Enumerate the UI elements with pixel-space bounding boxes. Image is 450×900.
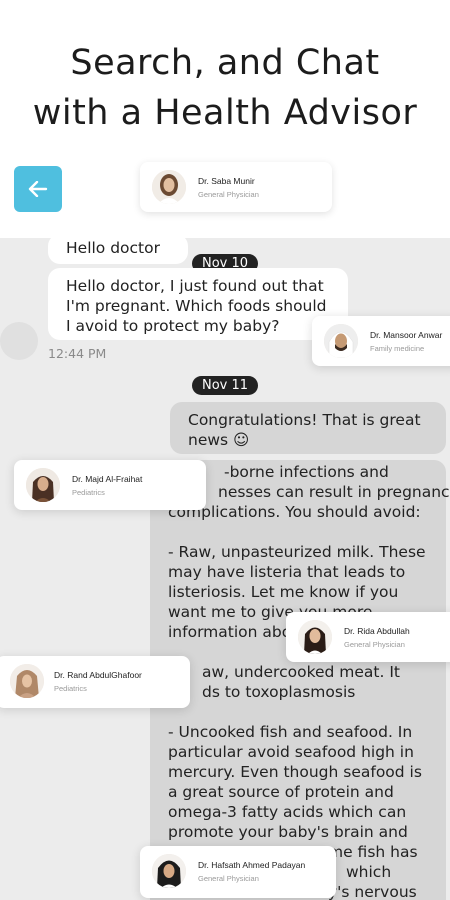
message-line: complications. You should avoid: [168,503,421,521]
doctor-role: General Physician [198,874,259,883]
page-headline: Search, and Chat with a Health Advisor [0,38,450,138]
doctor-role: Pediatrics [54,684,87,693]
avatar [152,854,186,888]
sent-message-bubble: Congratulations! That is great news ☺ [170,402,446,454]
message-line: may have listeria that leads to [168,563,406,581]
message-line: -borne infections and [224,463,389,481]
message-line [168,522,428,542]
avatar [324,324,358,358]
message-line: Congratulations! That is great [188,411,421,429]
message-line [168,702,428,722]
headline-line-1: Search, and Chat [70,43,380,83]
doctor-card-rand-abdulghafoor[interactable]: Dr. Rand AbdulGhafoor Pediatrics [0,656,190,708]
message-bubble: Hello doctor, I just found out that I'm … [48,268,348,340]
doctor-card-hafsath-ahmed-padayan[interactable]: Dr. Hafsath Ahmed Padayan General Physic… [140,846,336,898]
message-line: I avoid to protect my baby? [66,317,280,335]
message-line: mercury. Even though seafood is [168,763,422,781]
doctor-name: Dr. Rand AbdulGhafoor [54,670,142,680]
avatar [298,620,332,654]
message-line: a great source of protein and [168,783,394,801]
doctor-name: Dr. Mansoor Anwar [370,330,443,340]
message-line: news ☺ [188,431,250,449]
message-line: nesses can result in pregnancy [218,483,450,501]
doctor-name: Dr. Hafsath Ahmed Padayan [198,860,306,870]
doctor-role: General Physician [198,190,259,199]
doctor-role: Family medicine [370,344,425,353]
message-line: - Raw, unpasteurized milk. These [168,543,426,561]
doctor-role: General Physician [344,640,405,649]
message-line: I'm pregnant. Which foods should [66,297,327,315]
message-line: listeriosis. Let me know if you [168,583,399,601]
message-line: Hello doctor, I just found out that [66,277,324,295]
doctor-name: Dr. Rida Abdullah [344,626,410,636]
advice-message-bubble: -borne infections and nesses can result … [150,460,450,900]
doctor-card-mansoor-anwar[interactable]: Dr. Mansoor Anwar Family medicine [312,316,450,366]
message-timestamp: 12:44 PM [48,346,107,361]
message-line: omega-3 fatty acids which can [168,803,407,821]
back-button[interactable] [14,166,62,212]
headline-line-2: with a Health Advisor [32,93,418,133]
doctor-card-majd-al-fraihat[interactable]: Dr. Majd Al-Fraihat Pediatrics [14,460,206,510]
message-line: aw, undercooked meat. It [202,663,401,681]
message-text: Hello doctor [66,239,160,257]
doctor-card-rida-abdullah[interactable]: Dr. Rida Abdullah General Physician [286,612,450,662]
message-line: ds to toxoplasmosis [202,683,356,701]
message-line: promote your baby's brain and [168,823,408,841]
avatar [10,664,44,698]
back-arrow-icon [28,181,48,197]
date-separator: Nov 11 [192,376,259,395]
doctor-name: Dr. Saba Munir [198,176,255,186]
doctor-name: Dr. Majd Al-Fraihat [72,474,143,484]
doctor-role: Pediatrics [72,488,105,497]
message-line: - Uncooked fish and seafood. In [168,723,413,741]
avatar-placeholder [0,322,38,360]
avatar [152,170,186,204]
avatar [26,468,60,502]
message-line: particular avoid seafood high in [168,743,414,761]
doctor-card-saba-munir[interactable]: Dr. Saba Munir General Physician [140,162,332,212]
message-bubble: Hello doctor [48,238,188,264]
